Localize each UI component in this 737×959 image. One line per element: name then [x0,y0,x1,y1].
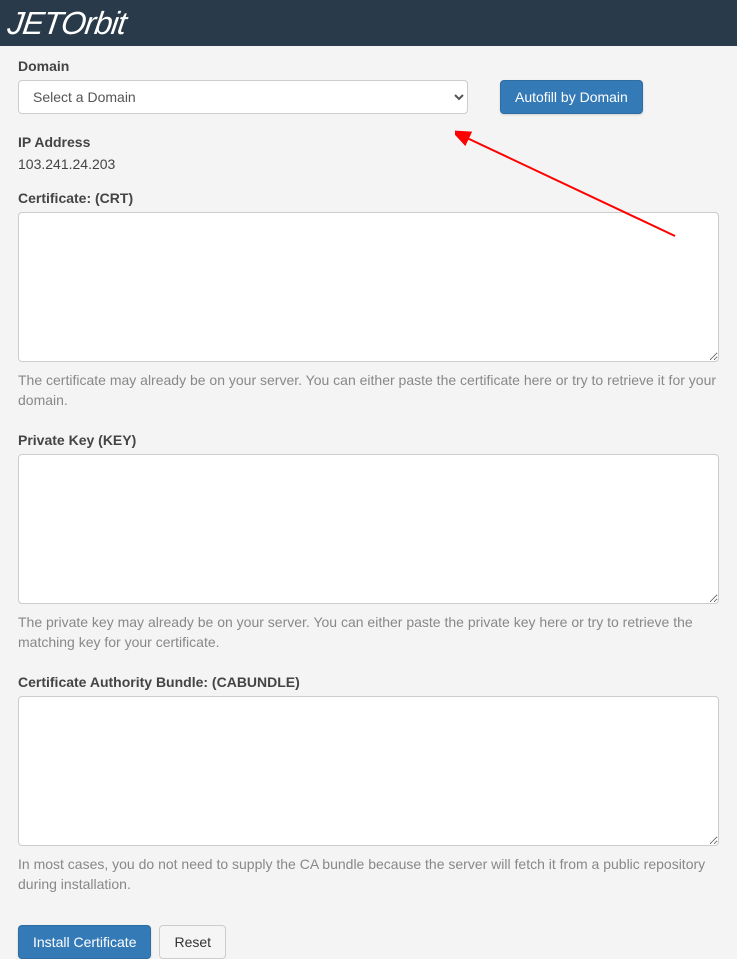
key-help-text: The private key may already be on your s… [18,613,719,652]
crt-label: Certificate: (CRT) [18,190,719,206]
domain-row: Domain Select a Domain Autofill by Domai… [18,58,719,114]
key-group: Private Key (KEY) The private key may al… [18,432,719,652]
domain-select[interactable]: Select a Domain [18,80,468,114]
top-bar: JETOrbit [0,0,737,46]
form-content: Domain Select a Domain Autofill by Domai… [0,46,737,959]
certificate-crt-textarea[interactable] [18,212,719,362]
ip-address-label: IP Address [18,134,719,150]
install-certificate-button[interactable]: Install Certificate [18,925,151,959]
autofill-by-domain-button[interactable]: Autofill by Domain [500,80,643,114]
key-label: Private Key (KEY) [18,432,719,448]
crt-help-text: The certificate may already be on your s… [18,371,719,410]
logo-text: JETOrbit [5,5,128,42]
domain-group: Domain Select a Domain [18,58,468,114]
ip-address-value: 103.241.24.203 [18,156,719,172]
private-key-textarea[interactable] [18,454,719,604]
cabundle-textarea[interactable] [18,696,719,846]
cabundle-label: Certificate Authority Bundle: (CABUNDLE) [18,674,719,690]
ip-group: IP Address 103.241.24.203 [18,134,719,172]
logo: JETOrbit [8,5,126,42]
button-row: Install Certificate Reset [18,925,719,959]
domain-label: Domain [18,58,468,74]
autofill-wrap: Autofill by Domain [500,58,643,114]
crt-group: Certificate: (CRT) The certificate may a… [18,190,719,410]
cabundle-group: Certificate Authority Bundle: (CABUNDLE)… [18,674,719,894]
cabundle-help-text: In most cases, you do not need to supply… [18,855,719,894]
reset-button[interactable]: Reset [159,925,226,959]
